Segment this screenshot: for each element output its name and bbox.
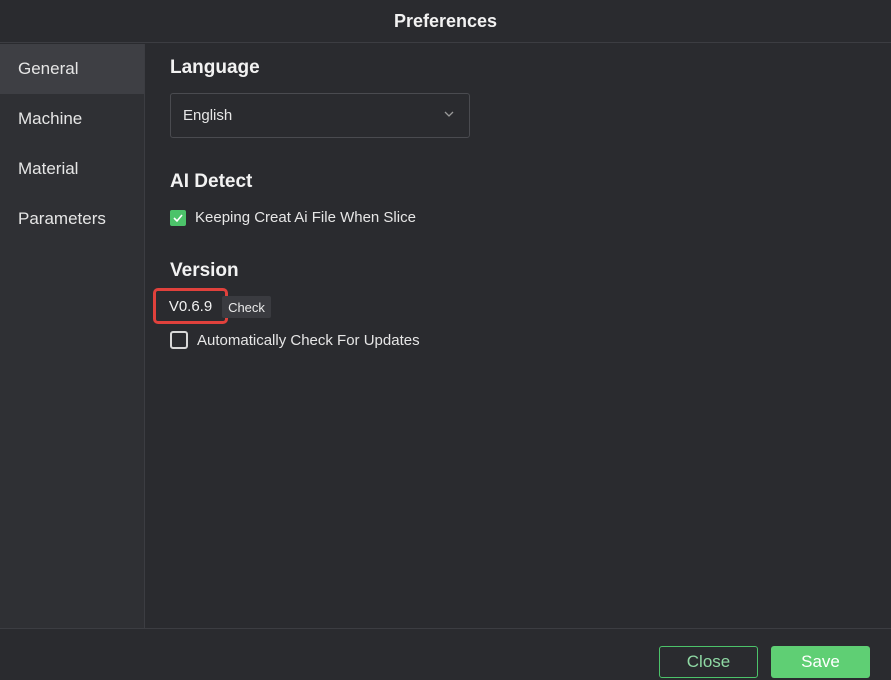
sidebar-item-machine[interactable]: Machine bbox=[0, 94, 144, 144]
keep-ai-file-checkbox[interactable] bbox=[170, 209, 186, 226]
check-update-label: Check bbox=[228, 299, 265, 315]
check-update-button[interactable]: Check bbox=[222, 296, 271, 318]
sidebar-item-label: Material bbox=[18, 159, 79, 178]
sidebar-item-general[interactable]: General bbox=[0, 44, 144, 94]
keep-ai-file-label: Keeping Creat Ai File When Slice bbox=[195, 209, 416, 226]
version-value: V0.6.9 bbox=[153, 288, 228, 324]
sidebar-item-label: Machine bbox=[18, 109, 83, 128]
checkmark-icon bbox=[173, 213, 183, 222]
version-heading: Version bbox=[170, 260, 239, 281]
chevron-down-icon bbox=[444, 111, 454, 117]
auto-check-updates-option[interactable]: Automatically Check For Updates bbox=[170, 331, 420, 349]
language-select[interactable]: English bbox=[170, 93, 470, 138]
dialog-footer: Close Save bbox=[0, 628, 891, 680]
ai-detect-heading: AI Detect bbox=[170, 171, 253, 192]
sidebar-item-material[interactable]: Material bbox=[0, 144, 144, 194]
sidebar: General Machine Material Parameters bbox=[0, 44, 145, 628]
language-heading: Language bbox=[170, 57, 260, 78]
auto-check-updates-checkbox[interactable] bbox=[170, 331, 188, 349]
keep-ai-file-option[interactable]: Keeping Creat Ai File When Slice bbox=[170, 209, 416, 226]
auto-check-updates-label: Automatically Check For Updates bbox=[197, 331, 420, 349]
language-selected-value: English bbox=[183, 107, 233, 124]
sidebar-item-label: Parameters bbox=[18, 209, 106, 228]
general-panel: Language English AI Detect Keeping Creat… bbox=[146, 44, 891, 628]
save-label: Save bbox=[801, 652, 840, 671]
version-text: V0.6.9 bbox=[168, 297, 213, 315]
close-button[interactable]: Close bbox=[659, 646, 758, 678]
save-button[interactable]: Save bbox=[771, 646, 870, 678]
close-label: Close bbox=[686, 652, 731, 671]
sidebar-item-parameters[interactable]: Parameters bbox=[0, 194, 144, 244]
window-title: Preferences bbox=[393, 10, 498, 31]
sidebar-item-label: General bbox=[18, 59, 79, 78]
title-bar: Preferences bbox=[0, 0, 891, 43]
